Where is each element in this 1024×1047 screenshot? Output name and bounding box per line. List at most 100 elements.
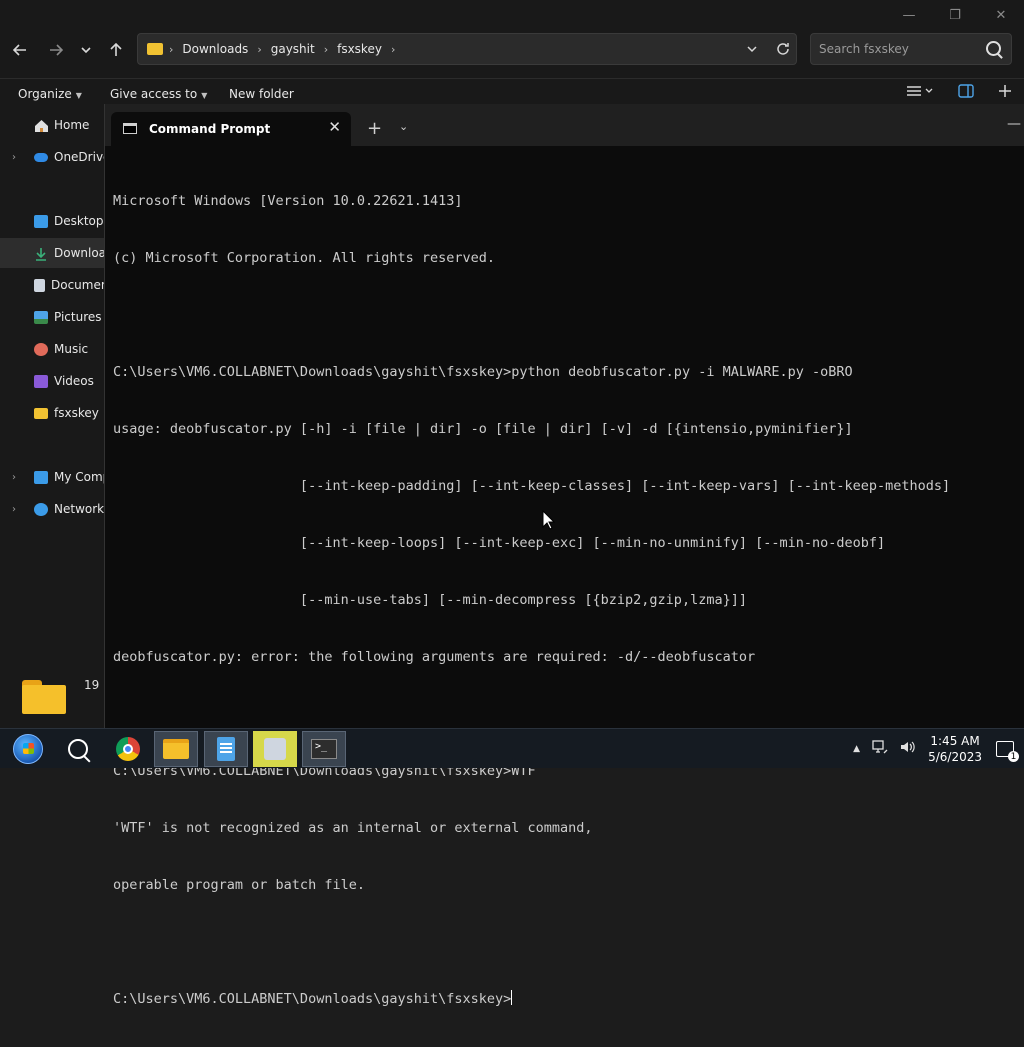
tab-command-prompt[interactable]: Command Prompt ✕ xyxy=(111,112,351,146)
terminal-prompt-line[interactable]: C:\Users\VM6.COLLABNET\Downloads\gayshit… xyxy=(113,990,1024,1009)
new-tab-button[interactable]: + xyxy=(367,118,382,139)
taskbar: ▲ 1:45 AM 5/6/2023 1 xyxy=(0,728,1024,768)
sidebar-label: Home xyxy=(54,118,90,132)
breadcrumb-separator: › xyxy=(169,42,174,56)
picture-icon xyxy=(34,310,48,324)
terminal-minimize-button[interactable]: — xyxy=(1007,116,1021,132)
sidebar-item-my-computer[interactable]: › My Computer xyxy=(0,462,104,492)
home-icon xyxy=(34,119,48,132)
clock[interactable]: 1:45 AM 5/6/2023 xyxy=(928,733,982,765)
sidebar-label: Downloads xyxy=(54,246,104,260)
up-arrow-icon[interactable] xyxy=(104,38,128,62)
tab-title: Command Prompt xyxy=(149,122,271,136)
sidebar-item-downloads[interactable]: Downloads xyxy=(0,238,104,268)
sidebar-item-pictures[interactable]: Pictures xyxy=(0,302,104,332)
desktop-icon xyxy=(34,214,48,228)
breadcrumb-downloads[interactable]: Downloads xyxy=(182,42,248,56)
notifications-icon[interactable]: 1 xyxy=(996,741,1019,762)
organize-button[interactable]: Organize ▼ xyxy=(18,87,82,101)
chevron-down-icon: ▼ xyxy=(75,91,82,100)
address-dropdown-icon[interactable] xyxy=(746,43,758,55)
expand-chevron-icon[interactable]: › xyxy=(12,152,16,163)
notification-badge: 1 xyxy=(1008,751,1019,762)
taskbar-chrome[interactable] xyxy=(106,731,150,767)
add-tab-icon[interactable] xyxy=(998,84,1012,98)
start-button[interactable] xyxy=(6,731,50,767)
sidebar-item-network[interactable]: › Network xyxy=(0,494,104,524)
breadcrumb-separator[interactable]: › xyxy=(391,43,395,56)
sidebar-item-home[interactable]: Home xyxy=(0,110,104,140)
breadcrumb-separator: › xyxy=(323,42,329,56)
breadcrumb-fsxskey[interactable]: fsxskey xyxy=(337,42,382,56)
volume-icon[interactable] xyxy=(900,740,916,758)
taskbar-network-app[interactable] xyxy=(253,731,297,767)
address-bar[interactable]: › Downloads › gayshit › fsxskey › xyxy=(137,33,797,65)
notepad-icon xyxy=(217,737,235,761)
clock-date: 5/6/2023 xyxy=(928,750,982,764)
download-icon xyxy=(34,247,48,261)
document-icon xyxy=(34,278,45,292)
show-hidden-icons-button[interactable]: ▲ xyxy=(853,744,860,754)
terminal-icon xyxy=(311,739,337,759)
music-icon xyxy=(34,342,48,356)
close-button[interactable]: ✕ xyxy=(978,0,1024,30)
new-folder-button[interactable]: New folder xyxy=(229,87,294,101)
window-controls: — ❐ ✕ xyxy=(886,0,1024,30)
view-options-icon[interactable] xyxy=(906,84,934,98)
windows-logo-icon xyxy=(13,734,43,764)
search-icon xyxy=(68,739,88,759)
expand-chevron-icon[interactable]: › xyxy=(12,504,16,515)
breadcrumb-separator: › xyxy=(257,42,262,56)
terminal-output[interactable]: Microsoft Windows [Version 10.0.22621.14… xyxy=(113,154,1024,1047)
sidebar-item-desktop[interactable]: Desktop xyxy=(0,206,104,236)
taskbar-notepad[interactable] xyxy=(204,731,248,767)
file-explorer-icon xyxy=(163,739,189,759)
taskbar-terminal[interactable] xyxy=(302,731,346,767)
cloud-icon xyxy=(34,152,48,162)
address-actions xyxy=(746,34,790,64)
forward-arrow-icon[interactable] xyxy=(44,38,68,62)
taskbar-file-explorer[interactable] xyxy=(154,731,198,767)
sidebar-label: fsxskey xyxy=(54,406,99,420)
terminal-line: usage: deobfuscator.py [-h] -i [file | d… xyxy=(113,421,853,437)
back-arrow-icon[interactable] xyxy=(8,38,32,62)
sidebar-item-videos[interactable]: Videos xyxy=(0,366,104,396)
tab-dropdown-icon[interactable]: ⌄ xyxy=(399,120,408,133)
breadcrumb-gayshit[interactable]: gayshit xyxy=(271,42,315,56)
command-prompt-icon xyxy=(123,123,137,134)
sidebar-label: Pictures xyxy=(54,310,102,324)
address-row: › Downloads › gayshit › fsxskey › Search… xyxy=(0,32,1024,68)
sidebar-label: Videos xyxy=(54,374,94,388)
refresh-icon[interactable] xyxy=(776,42,790,56)
sidebar-item-documents[interactable]: Documents xyxy=(0,270,104,300)
sidebar-item-music[interactable]: Music xyxy=(0,334,104,364)
computer-icon xyxy=(34,470,48,484)
chevron-down-icon: ▼ xyxy=(201,91,208,100)
sidebar-item-fsxskey[interactable]: fsxskey xyxy=(0,398,104,428)
sidebar-item-onedrive[interactable]: › OneDrive xyxy=(0,142,104,172)
terminal-line: [--int-keep-padding] [--int-keep-classes… xyxy=(113,478,951,494)
search-input[interactable]: Search fsxskey xyxy=(810,33,1012,65)
terminal-line: 'WTF' is not recognized as an internal o… xyxy=(113,820,593,836)
maximize-button[interactable]: ❐ xyxy=(932,0,978,30)
search-icon[interactable] xyxy=(986,41,1001,56)
command-prompt-window[interactable]: Command Prompt ✕ + ⌄ — Microsoft Windows… xyxy=(104,104,1024,1007)
network-status-icon[interactable] xyxy=(872,740,888,758)
network-app-icon xyxy=(264,738,286,760)
selected-folder-icon xyxy=(22,680,66,714)
taskbar-search-button[interactable] xyxy=(56,731,100,767)
sidebar-label: Desktop xyxy=(54,214,104,228)
close-tab-icon[interactable]: ✕ xyxy=(328,118,341,136)
folder-icon xyxy=(34,407,48,419)
terminal-line: C:\Users\VM6.COLLABNET\Downloads\gayshit… xyxy=(113,364,853,380)
recent-chevron-icon[interactable] xyxy=(74,38,98,62)
preview-pane-icon[interactable] xyxy=(958,84,974,98)
sidebar-label: Documents xyxy=(51,278,104,292)
chrome-icon xyxy=(116,737,140,761)
sidebar-label: OneDrive xyxy=(54,150,104,164)
give-access-button[interactable]: Give access to ▼ xyxy=(110,87,207,101)
minimize-button[interactable]: — xyxy=(886,0,932,30)
expand-chevron-icon[interactable]: › xyxy=(12,472,16,483)
